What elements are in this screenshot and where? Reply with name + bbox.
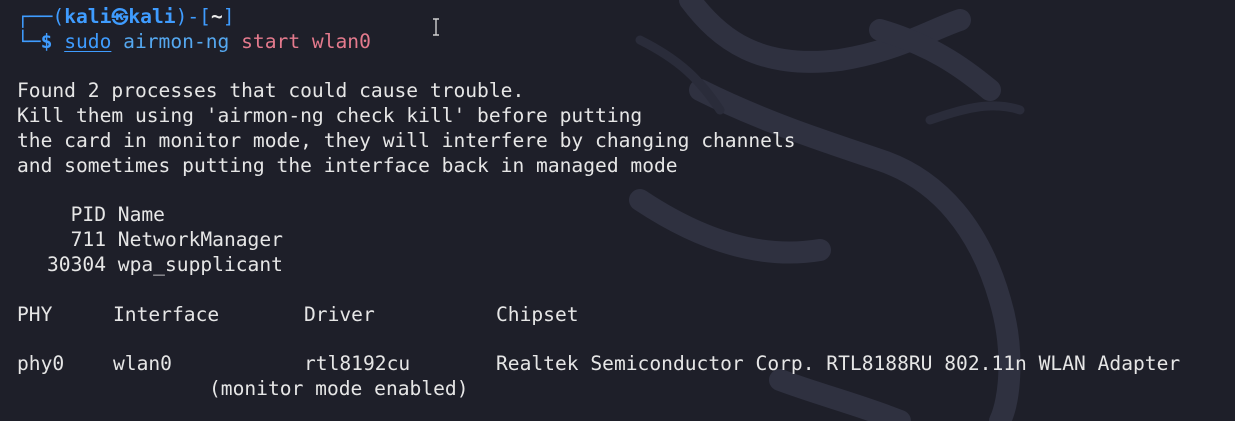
interface-table-header: PHY Interface Driver Chipset xyxy=(17,303,1235,328)
command-arguments: start wlan0 xyxy=(241,29,371,53)
prompt-bracket: ┌──( xyxy=(17,5,65,28)
prompt-bracket: )-[ xyxy=(175,5,211,28)
prompt-line-2: └─$ sudo airmon-ng start wlan0 xyxy=(17,30,1235,55)
command-sudo: sudo xyxy=(64,29,112,53)
prompt-symbol: $ xyxy=(40,29,53,53)
prompt-corner: └─ xyxy=(17,29,41,53)
command-program: airmon-ng xyxy=(123,29,230,53)
interface-chipset: Realtek Semiconductor Corp. RTL8188RU 80… xyxy=(496,352,1181,376)
terminal-window[interactable]: ┌──(kali㉿kali)-[~] └─$ sudo airmon-ng st… xyxy=(0,0,1235,421)
process-pid: 711 xyxy=(70,228,106,252)
prompt-directory: ~ xyxy=(210,5,223,28)
interface-driver: rtl8192cu xyxy=(304,352,411,376)
interface-row: phy0 wlan0 rtl8192cu Realtek Semiconductor … xyxy=(17,352,1235,377)
driver-header: Driver xyxy=(304,302,375,326)
message-line: the card in monitor mode, they will inte… xyxy=(17,128,796,152)
interface-header: Interface xyxy=(113,302,220,326)
chipset-header: Chipset xyxy=(496,302,579,326)
prompt-host: kali xyxy=(128,5,176,28)
process-row: 711 NetworkManager xyxy=(17,228,1235,253)
process-table-header: PID Name xyxy=(17,203,1235,228)
phy-header: PHY xyxy=(17,302,53,326)
message-line: Kill them using 'airmon-ng check kill' b… xyxy=(17,104,643,128)
prompt-user: kali xyxy=(64,5,112,28)
process-name: wpa_supplicant xyxy=(117,252,283,276)
monitor-mode-line: (monitor mode enabled) xyxy=(17,377,1235,402)
interface-name: wlan0 xyxy=(113,352,172,376)
prompt-line-1: ┌──(kali㉿kali)-[~] xyxy=(17,5,1235,30)
terminal-output: ┌──(kali㉿kali)-[~] └─$ sudo airmon-ng st… xyxy=(17,5,1235,402)
pid-header: PID xyxy=(70,203,106,227)
process-row: 30304 wpa_supplicant xyxy=(17,253,1235,278)
text-cursor-icon xyxy=(433,18,439,36)
monitor-mode-note: (monitor mode enabled) xyxy=(209,376,469,400)
process-name: NetworkManager xyxy=(117,228,283,252)
message-line: and sometimes putting the interface back… xyxy=(17,153,678,177)
process-pid: 30304 xyxy=(47,252,106,276)
message-line: Found 2 processes that could cause troub… xyxy=(17,79,525,103)
kali-skull-icon: ㉿ xyxy=(111,8,129,28)
prompt-bracket: ] xyxy=(222,5,235,28)
interface-phy: phy0 xyxy=(17,352,65,376)
name-header: Name xyxy=(117,203,165,227)
